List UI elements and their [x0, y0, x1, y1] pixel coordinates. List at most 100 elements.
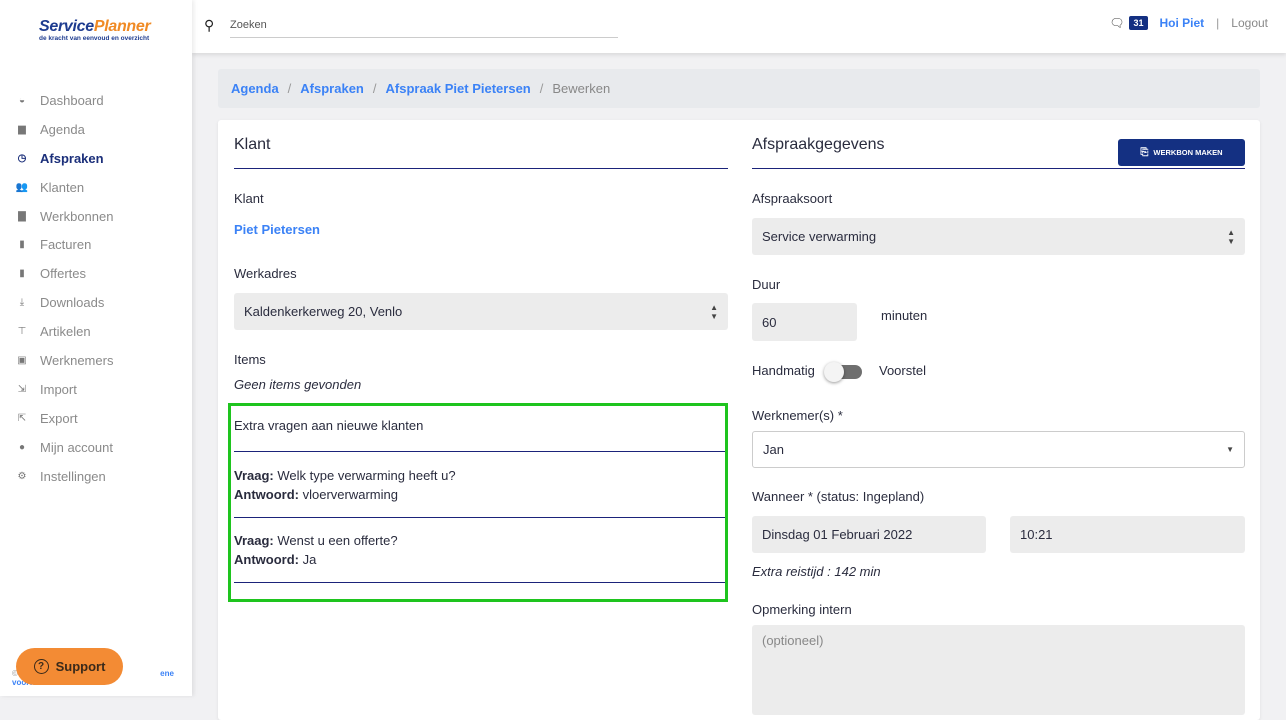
sidebar-item-klanten[interactable]: 👥 Klanten — [0, 173, 192, 202]
answer-label: Antwoord: — [234, 487, 299, 502]
divider — [234, 451, 725, 452]
gear-icon: ⚙ — [17, 470, 27, 482]
clock-icon: ◷ — [17, 152, 27, 164]
logout-link[interactable]: Logout — [1231, 16, 1268, 30]
select-arrows-icon: ▲ ▼ — [1227, 227, 1235, 246]
sidebar-item-dashboard[interactable]: ◒ Dashboard — [0, 86, 192, 115]
werkadres-select[interactable]: Kaldenkerkerweg 20, Venlo ▲ ▼ — [234, 293, 728, 330]
sidebar-item-werknemers[interactable]: ▣ Werknemers — [0, 346, 192, 375]
breadcrumb-afspraken[interactable]: Afspraken — [300, 81, 364, 96]
sidebar-item-import[interactable]: ⇲ Import — [0, 375, 192, 404]
sidebar-item-offertes[interactable]: ▮ Offertes — [0, 259, 192, 288]
invoice-icon: ▮ — [19, 239, 25, 251]
breadcrumb-agenda[interactable]: Agenda — [231, 81, 279, 96]
sidebar-item-label: Agenda — [40, 121, 85, 137]
answer-text: Ja — [302, 552, 317, 567]
sidebar-item-label: Artikelen — [40, 324, 91, 340]
werkadres-label: Werkadres — [234, 266, 297, 281]
chevron-down-icon: ▼ — [1226, 445, 1234, 454]
divider — [234, 168, 728, 169]
support-button[interactable]: ? Support — [16, 648, 123, 685]
calendar-icon: ▆ — [18, 123, 26, 135]
klant-link[interactable]: Piet Pietersen — [234, 222, 320, 237]
chat-icon[interactable]: 🗨 — [1109, 16, 1124, 30]
select-arrows-icon: ▲ ▼ — [710, 302, 718, 321]
file-export-icon: ⇱ — [17, 412, 27, 424]
afspraaksoort-select[interactable]: Service verwarming ▲ ▼ — [752, 218, 1245, 255]
question-label: Vraag: — [234, 468, 274, 483]
handmatig-voorstel-toggle[interactable] — [824, 362, 862, 382]
duur-label: Duur — [752, 277, 781, 292]
section-title-klant: Klant — [234, 136, 271, 153]
sidebar-item-label: Werkbonnen — [40, 208, 114, 224]
breadcrumb: Agenda / Afspraken / Afspraak Piet Pieters… — [218, 69, 1260, 108]
question-icon: ? — [33, 659, 49, 674]
time-input[interactable]: 10:21 — [1010, 516, 1245, 553]
sidebar-item-instellingen[interactable]: ⚙ Instellingen — [0, 462, 192, 491]
messages-badge[interactable]: 31 — [1129, 16, 1148, 30]
file-import-icon: ⎘ — [1140, 147, 1149, 158]
download-icon: ⤓ — [19, 297, 25, 309]
sidebar-item-export[interactable]: ⇱ Export — [0, 404, 192, 433]
user-icon: ● — [18, 441, 26, 453]
wanneer-label: Wanneer * (status: Ingepland) — [752, 489, 925, 504]
sidebar-item-artikelen[interactable]: ⊤ Artikelen — [0, 317, 192, 346]
divider — [752, 168, 1245, 169]
duur-unit: minuten — [881, 308, 928, 323]
sidebar: ServicePlanner de kracht van eenvoud en … — [0, 0, 192, 696]
werkadres-value: Kaldenkerkerweg 20, Venlo — [244, 304, 403, 319]
sidebar-item-label: Import — [40, 381, 77, 397]
divider — [234, 517, 725, 518]
sidebar-item-label: Dashboard — [40, 92, 104, 108]
section-title-afspraak: Afspraakgegevens — [752, 136, 885, 153]
logo-text: Planner — [93, 18, 151, 35]
search-input[interactable] — [230, 12, 618, 38]
time-value: 10:21 — [1020, 527, 1053, 542]
appointment-card: Klant Klant Piet Pietersen Werkadres Kal… — [218, 120, 1260, 720]
opmerking-placeholder: (optioneel) — [762, 633, 824, 648]
opmerking-label: Opmerking intern — [752, 602, 852, 617]
answer-label: Antwoord: — [234, 552, 299, 567]
sidebar-item-agenda[interactable]: ▆ Agenda — [0, 115, 192, 144]
user-greeting[interactable]: Hoi Piet — [1160, 16, 1205, 30]
sidebar-item-label: Klanten — [40, 179, 85, 195]
question-text: Welk type verwarming heeft u? — [277, 468, 456, 483]
sidebar-item-werkbonnen[interactable]: ▇ Werkbonnen — [0, 202, 192, 231]
klant-label: Klant — [234, 191, 264, 206]
werknemer-label: Werknemer(s) * — [752, 408, 843, 423]
breadcrumb-sep: / — [372, 81, 377, 96]
sidebar-nav: ◒ Dashboard ▆ Agenda ◷ Afspraken 👥 Klanten ▇ Werk… — [0, 86, 192, 490]
sidebar-item-mijn-account[interactable]: ● Mijn account — [0, 433, 192, 462]
paint-roller-icon: ⊤ — [17, 326, 27, 338]
breadcrumb-sep: / — [539, 81, 544, 96]
qa-item: Vraag: Wenst u een offerte? Antwoord: Ja — [234, 531, 398, 569]
sidebar-item-facturen[interactable]: ▮ Facturen — [0, 230, 192, 259]
extra-questions-title: Extra vragen aan nieuwe klanten — [234, 418, 424, 433]
breadcrumb-afspraak[interactable]: Afspraak Piet Pietersen — [386, 81, 531, 96]
logo-tagline: de kracht van eenvoud en overzicht — [39, 35, 150, 42]
separator: | — [1216, 16, 1220, 30]
id-badge-icon: ▣ — [17, 354, 27, 366]
briefcase-icon: ▇ — [18, 210, 26, 222]
werkbon-maken-button[interactable]: ⎘ WERKBON MAKEN — [1118, 139, 1245, 166]
items-label: Items — [234, 352, 266, 367]
topbar: ⚲ 🗨 31 Hoi Piet | Logout — [192, 0, 1286, 53]
duur-input[interactable]: 60 — [752, 303, 857, 341]
reistijd-text: Extra reistijd : 142 min — [752, 564, 881, 579]
sidebar-item-label: Facturen — [40, 237, 92, 253]
werknemer-value: Jan — [763, 442, 784, 457]
sidebar-item-afspraken[interactable]: ◷ Afspraken — [0, 144, 192, 173]
tachometer-icon: ◒ — [18, 94, 26, 106]
extra-questions-box: Extra vragen aan nieuwe klanten Vraag: W… — [228, 403, 728, 602]
question-text: Wenst u een offerte? — [277, 533, 398, 548]
toggle-knob — [824, 362, 844, 382]
opmerking-textarea[interactable]: (optioneel) — [752, 625, 1245, 715]
afspraaksoort-value: Service verwarming — [762, 229, 877, 244]
date-input[interactable]: Dinsdag 01 Februari 2022 — [752, 516, 986, 553]
logo[interactable]: ServicePlanner de kracht van eenvoud en … — [39, 18, 151, 42]
support-label: Support — [55, 659, 106, 674]
werknemer-select[interactable]: Jan ▼ — [752, 431, 1245, 468]
sidebar-item-downloads[interactable]: ⤓ Downloads — [0, 288, 192, 317]
toggle-left-label: Handmatig — [752, 363, 815, 378]
sidebar-item-label: Werknemers — [40, 352, 114, 368]
